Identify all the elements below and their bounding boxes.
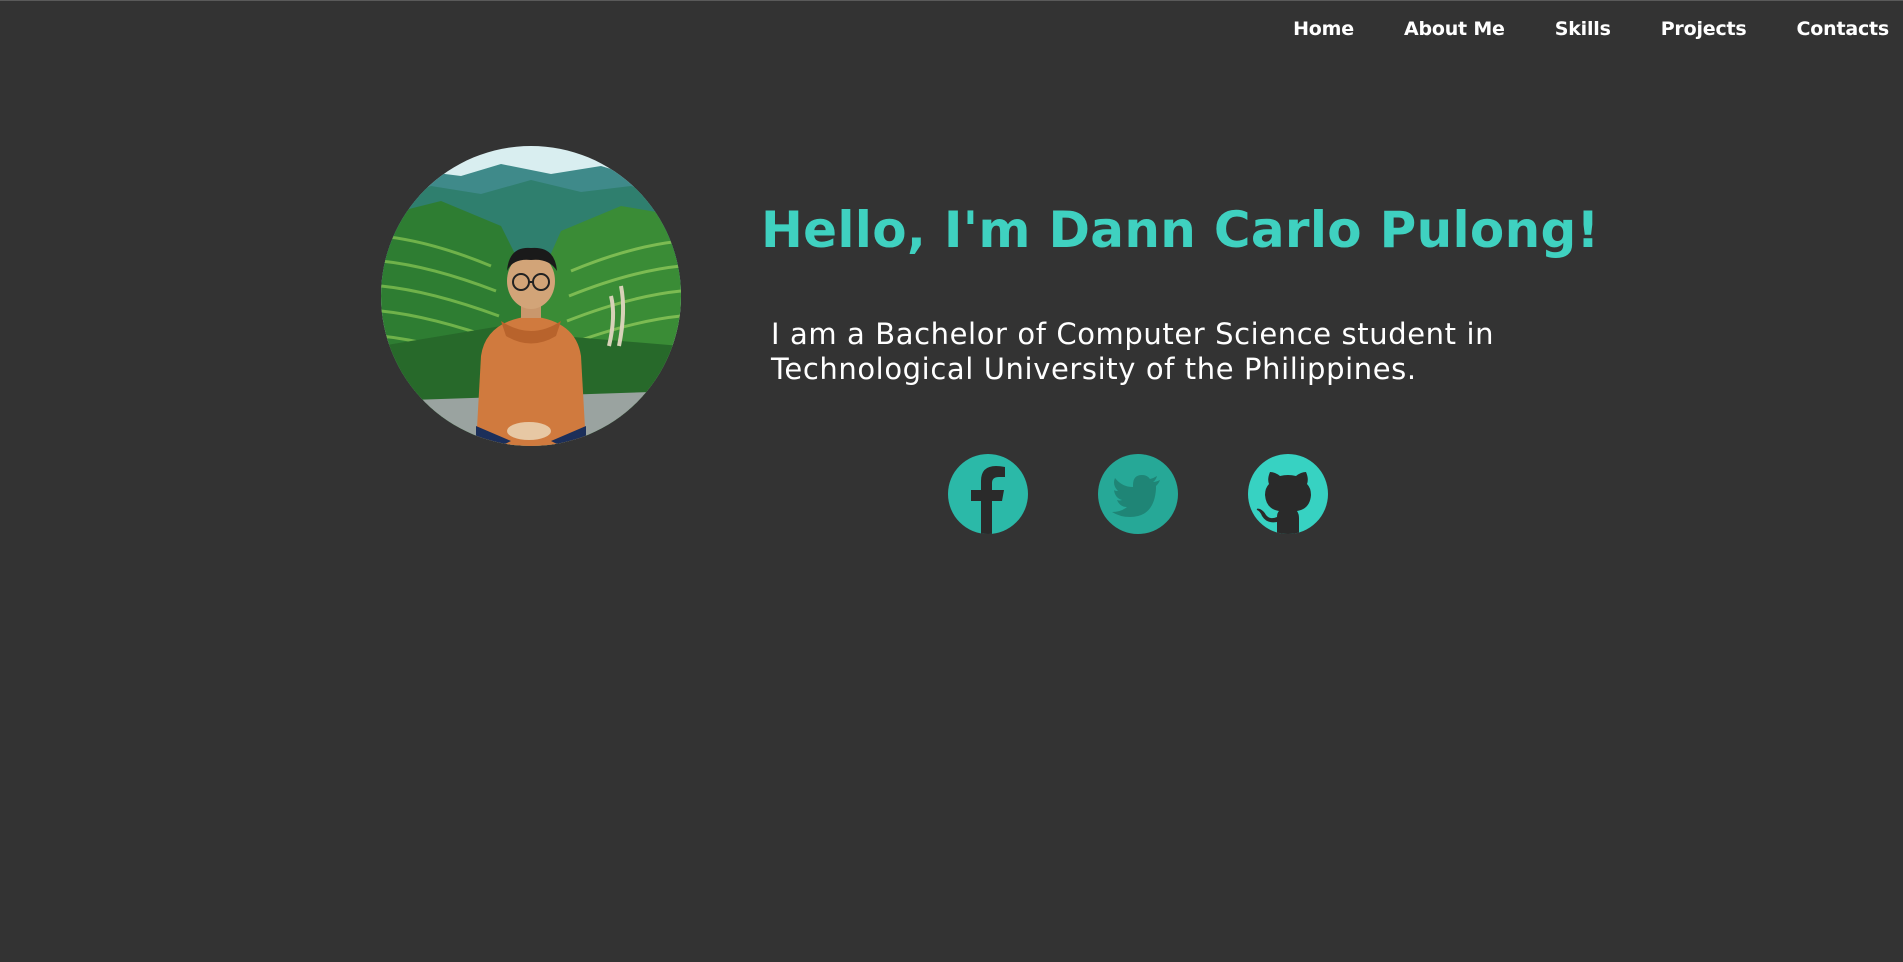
top-border [0, 0, 1903, 1]
nav-projects[interactable]: Projects [1611, 14, 1747, 44]
nav-skills[interactable]: Skills [1505, 14, 1611, 44]
facebook-icon [948, 454, 1028, 534]
twitter-icon [1098, 454, 1178, 534]
github-icon [1248, 454, 1328, 534]
twitter-link[interactable] [1098, 454, 1178, 534]
github-link[interactable] [1248, 454, 1328, 534]
facebook-link[interactable] [948, 454, 1028, 534]
nav-home[interactable]: Home [1243, 14, 1354, 44]
profile-photo [381, 146, 681, 446]
hero-description: I am a Bachelor of Computer Science stud… [771, 317, 1495, 386]
nav-about-me[interactable]: About Me [1354, 14, 1505, 44]
hero-title: Hello, I'm Dann Carlo Pulong! [761, 201, 1600, 259]
nav-contacts[interactable]: Contacts [1747, 14, 1890, 44]
main-nav: Home About Me Skills Projects Contacts [1243, 14, 1889, 44]
